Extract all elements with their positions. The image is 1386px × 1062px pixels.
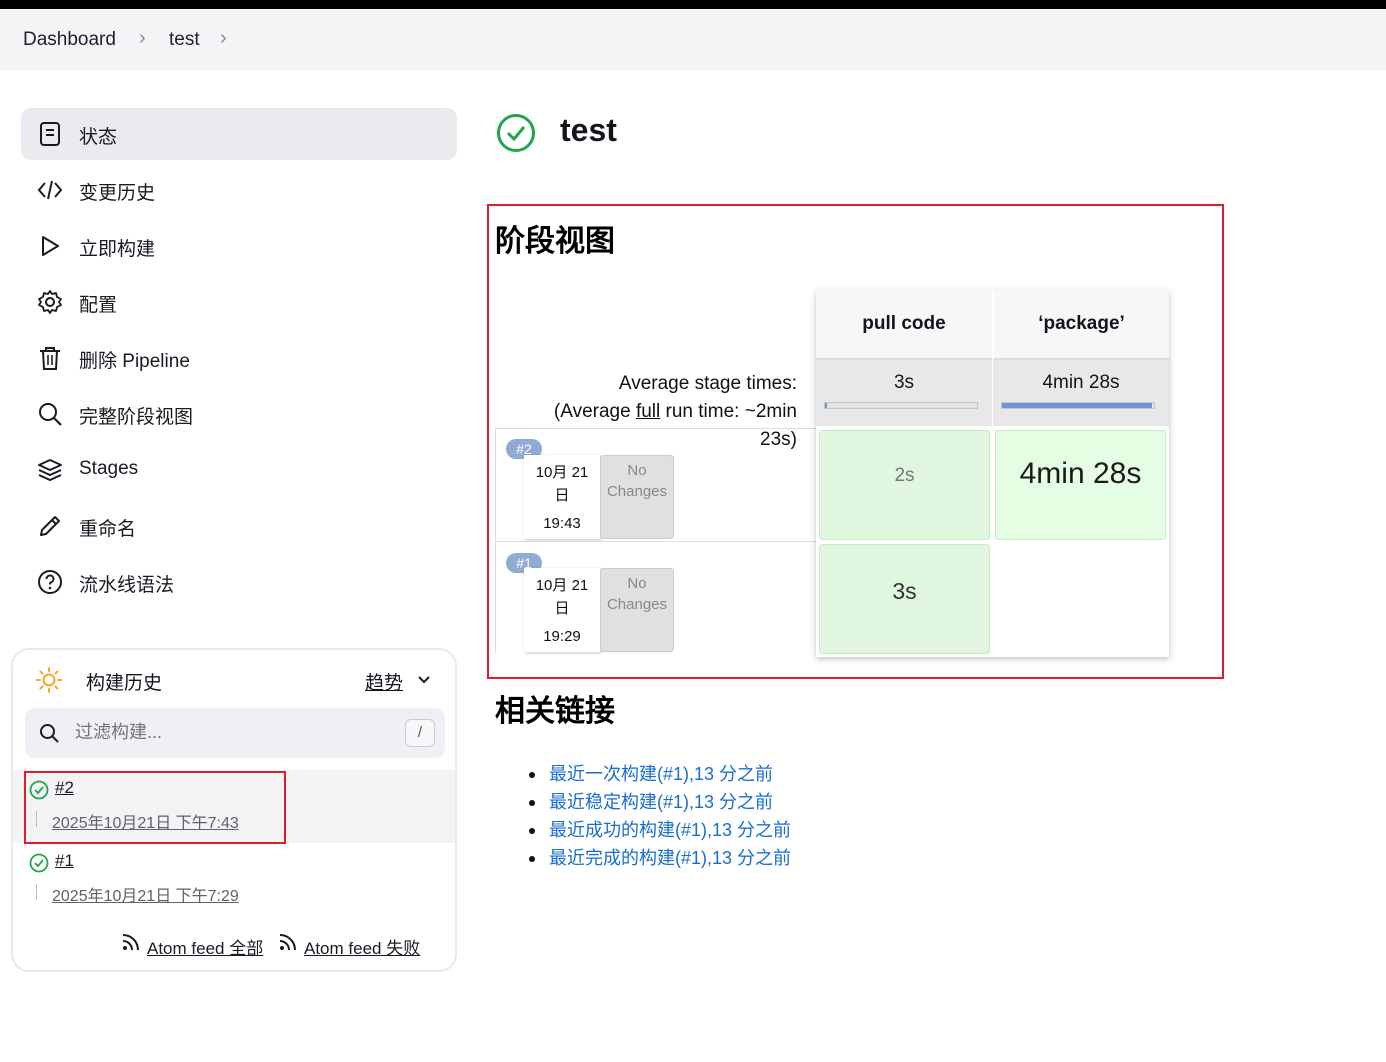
stage-average-value: 4min 28s <box>1042 372 1120 393</box>
sidebar-item-label: 状态 <box>79 127 118 148</box>
stage-header-package: ‘package’ <box>993 290 1169 358</box>
sidebar-item-status[interactable]: 状态 <box>21 108 457 160</box>
last-successful-build-link[interactable]: 最近成功的构建(#1),13 分之前 <box>549 820 791 840</box>
rss-icon <box>122 934 139 951</box>
run-date-line: 10月 21 <box>535 577 589 594</box>
chevron-down-icon[interactable] <box>416 672 432 688</box>
trash-icon <box>40 347 60 370</box>
avg-label-line1: Average stage times: <box>618 373 797 394</box>
sidebar-item-stages[interactable]: Stages <box>21 444 457 496</box>
run-row: #1 10月 21 日 19:29 No Changes <box>495 541 816 653</box>
stage-average-value: 3s <box>893 372 915 393</box>
run-date-line: 日 <box>554 600 570 617</box>
trend-link[interactable]: 趋势 <box>365 668 403 695</box>
sidebar-item-pipeline-syntax[interactable]: 流水线语法 <box>21 556 457 608</box>
search-icon <box>40 724 59 743</box>
sidebar-item-changes[interactable]: 变更历史 <box>21 164 457 216</box>
build-filter-input[interactable] <box>75 722 375 743</box>
run-changes: No Changes <box>600 455 674 539</box>
code-icon <box>37 180 63 200</box>
sidebar-item-configure[interactable]: 配置 <box>21 276 457 328</box>
success-icon <box>29 853 49 873</box>
last-completed-build-link[interactable]: 最近完成的构建(#1),13 分之前 <box>549 848 791 868</box>
stage-average-pull-code: 3s <box>816 358 992 426</box>
list-item: 最近成功的构建(#1),13 分之前 <box>529 816 791 844</box>
stage-average-fill <box>825 403 827 408</box>
related-links-list: 最近一次构建(#1),13 分之前 最近稳定构建(#1),13 分之前 最近成功… <box>529 760 791 872</box>
sun-icon <box>36 667 62 693</box>
sidebar-item-full-stage-view[interactable]: 完整阶段视图 <box>21 388 457 440</box>
breadcrumb: Dashboard › test › <box>0 9 1386 70</box>
stage-average-fill <box>1002 403 1153 408</box>
atom-feed-all-link[interactable]: Atom feed 全部 <box>147 934 263 959</box>
build-date-link[interactable]: 2025年10月21日 下午7:29 <box>52 882 239 906</box>
sidebar-item-rename[interactable]: 重命名 <box>21 500 457 552</box>
run-time: 19:43 <box>543 515 581 532</box>
stage-header-pull-code: pull code <box>816 290 992 358</box>
avg-label-text: run time: ~2min <box>660 401 797 422</box>
stage-view-title: 阶段视图 <box>495 225 615 258</box>
last-stable-build-link[interactable]: 最近稳定构建(#1),13 分之前 <box>549 792 773 812</box>
list-item: 最近稳定构建(#1),13 分之前 <box>529 788 791 816</box>
build-history-title: 构建历史 <box>86 673 163 694</box>
pencil-icon <box>40 516 60 536</box>
run-time: 19:29 <box>543 628 581 645</box>
success-icon <box>497 114 535 152</box>
list-item: 最近完成的构建(#1),13 分之前 <box>529 844 791 872</box>
chevron-right-icon: › <box>139 27 146 49</box>
stage-average-bar <box>1001 402 1155 409</box>
atom-feed-fail-link[interactable]: Atom feed 失败 <box>304 934 420 959</box>
rss-icon <box>279 934 296 951</box>
highlight-box <box>24 771 286 844</box>
last-build-link[interactable]: 最近一次构建(#1),13 分之前 <box>549 764 773 784</box>
help-icon <box>38 570 62 594</box>
stage-view-table: pull code ‘package’ 3s 4min 28s 2s 4min … <box>816 290 1169 657</box>
stage-cell-run1-pull-code[interactable]: 3s <box>819 544 990 654</box>
keyboard-shortcut-hint: / <box>405 719 435 747</box>
breadcrumb-dashboard[interactable]: Dashboard <box>23 29 116 51</box>
list-item: 最近一次构建(#1),13 分之前 <box>529 760 791 788</box>
chevron-right-icon[interactable]: › <box>220 27 227 50</box>
play-icon <box>42 236 59 256</box>
divider <box>36 884 37 900</box>
run-date: 10月 21 日 19:43 <box>524 455 600 539</box>
sidebar-item-build-now[interactable]: 立即构建 <box>21 220 457 272</box>
build-filter: / <box>25 708 445 758</box>
sidebar-item-label: 配置 <box>79 295 118 316</box>
sidebar-item-label: 变更历史 <box>79 183 156 204</box>
run-date-line: 日 <box>554 487 570 504</box>
gear-icon <box>38 290 62 314</box>
sidebar-item-label: 重命名 <box>79 519 137 540</box>
window-top-edge <box>0 0 1386 9</box>
sidebar-item-delete-pipeline[interactable]: 删除 Pipeline <box>21 332 457 384</box>
related-links-title: 相关链接 <box>495 695 615 728</box>
page-title: test <box>560 112 617 148</box>
stage-average-bar <box>824 402 978 409</box>
build-row[interactable]: #1 2025年10月21日 下午7:29 <box>13 843 455 916</box>
status-icon <box>40 122 60 146</box>
run-date-line: 10月 21 <box>535 464 589 481</box>
full-run-link[interactable]: full <box>636 401 660 422</box>
avg-label-text: (Average <box>553 401 636 422</box>
sidebar-item-label: Stages <box>79 458 139 479</box>
build-number-link[interactable]: #1 <box>55 851 74 871</box>
sidebar-item-label: 删除 Pipeline <box>79 351 190 372</box>
avg-label-line2: (Average full run time: ~2min <box>500 398 797 426</box>
run-date: 10月 21 日 19:29 <box>524 568 600 652</box>
breadcrumb-test[interactable]: test <box>169 29 200 51</box>
stage-cell-run2-pull-code[interactable]: 2s <box>819 430 990 540</box>
run-row: #2 10月 21 日 19:43 No Changes <box>495 428 816 540</box>
sidebar-item-label: 立即构建 <box>79 239 156 260</box>
sidebar-item-label: 完整阶段视图 <box>79 407 194 428</box>
sidebar-item-label: 流水线语法 <box>79 575 175 596</box>
layers-icon <box>38 459 62 482</box>
search-icon <box>39 403 62 426</box>
stage-average-package: 4min 28s <box>993 358 1169 426</box>
run-changes: No Changes <box>600 568 674 652</box>
stage-cell-run2-package[interactable]: 4min 28s <box>995 430 1166 540</box>
